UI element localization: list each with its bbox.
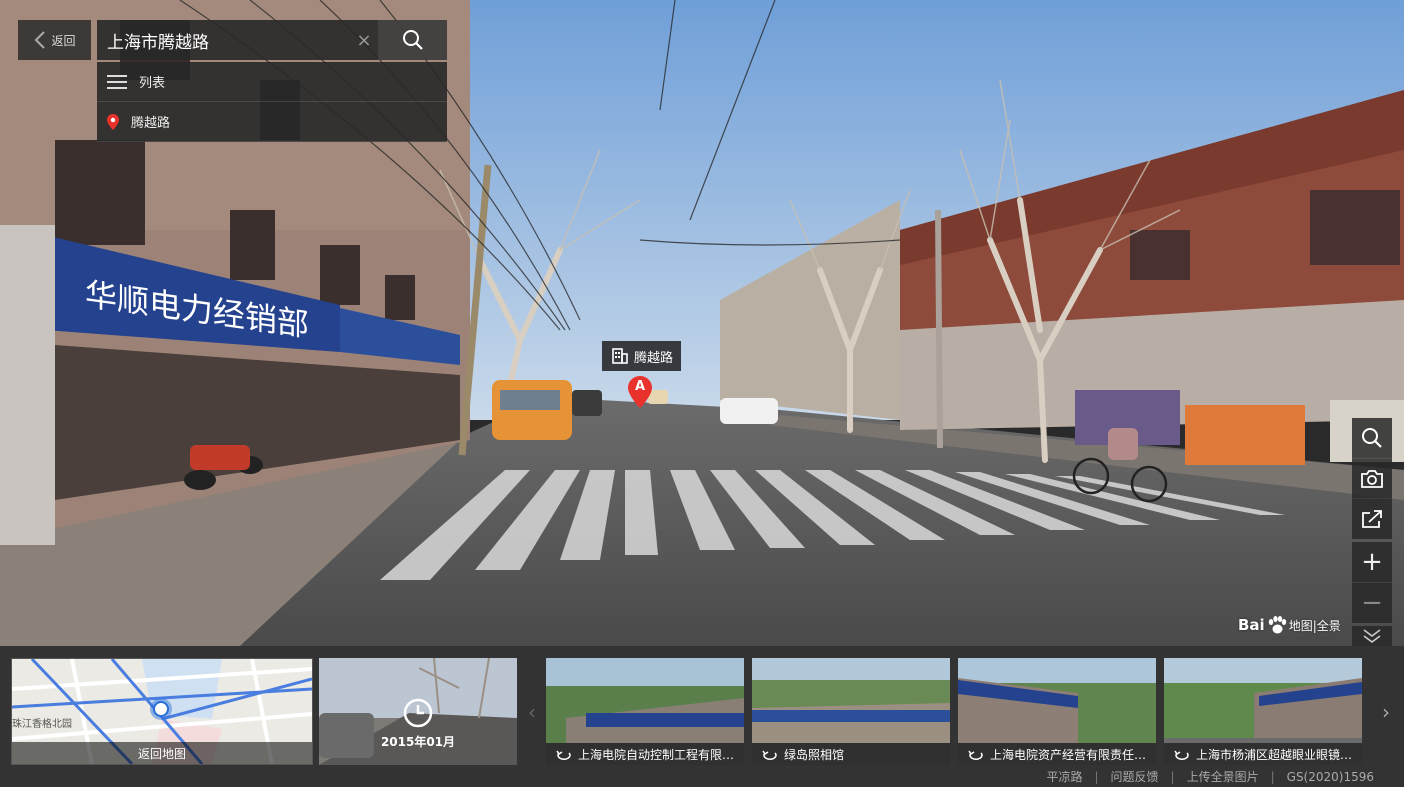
double-chevron-down-icon — [1363, 629, 1381, 643]
clear-icon[interactable]: × — [350, 20, 378, 60]
footer-divider: | — [1170, 769, 1175, 784]
results-header-label: 列表 — [139, 76, 166, 91]
footer-bar: 平凉路 | 问题反馈 | 上传全景图片 | GS(2020)1596 — [0, 766, 1404, 787]
pano-rotate-icon — [1174, 750, 1189, 760]
scroll-right-arrow[interactable]: › — [1376, 658, 1396, 765]
location-pin-icon — [107, 113, 131, 130]
zoom-in-icon: + — [1361, 547, 1383, 577]
scene-thumbnail-4[interactable]: 上海市杨浦区超越眼业眼镜… — [1164, 658, 1362, 765]
paw-icon — [1268, 616, 1286, 634]
filmstrip: 珠江香格北园 返回地图 2015年01月 ‹ 上海电院自动控制工程有限… 绿岛照… — [0, 646, 1404, 766]
license-number: GS(2020)1596 — [1286, 769, 1374, 784]
screenshot-button[interactable] — [1352, 458, 1392, 499]
pano-rotate-icon — [556, 750, 571, 760]
results-list-toggle[interactable]: 列表 — [97, 62, 447, 102]
clock-icon — [403, 698, 433, 728]
search-icon — [1362, 428, 1382, 448]
camera-icon — [1361, 470, 1383, 488]
scene-caption: 上海电院自动控制工程有限… — [546, 743, 744, 765]
zoom-out-icon: − — [1361, 588, 1383, 618]
scene-caption: 绿岛照相馆 — [752, 743, 950, 765]
footer-street[interactable]: 平凉路 — [1046, 768, 1082, 785]
scene-caption: 上海电院资产经营有限责任… — [958, 743, 1156, 765]
poi-label-text: 腾越路 — [634, 350, 674, 366]
footer-divider: | — [1270, 769, 1275, 784]
minimap-thumbnail[interactable]: 珠江香格北园 返回地图 — [11, 658, 313, 765]
chevron-left-icon — [35, 31, 46, 49]
collapse-strip-button[interactable] — [1352, 626, 1392, 646]
minimap-caption: 返回地图 — [12, 742, 312, 764]
footer-divider: | — [1094, 769, 1099, 784]
logo-main: Bai — [1238, 616, 1265, 634]
search-input[interactable]: 上海市腾越路 × — [97, 20, 378, 60]
marker-letter: A — [634, 379, 646, 394]
minimap-street-label: 珠江香格北园 — [12, 719, 72, 730]
scene-thumbnail-2[interactable]: 绿岛照相馆 — [752, 658, 950, 765]
search-tool-button[interactable] — [1352, 418, 1392, 458]
scroll-left-arrow[interactable]: ‹ — [522, 658, 542, 765]
list-icon — [107, 74, 139, 90]
logo-sub: 地图|全景 — [1288, 618, 1341, 633]
poi-label[interactable]: 腾越路 — [602, 341, 682, 371]
result-item-label: 腾越路 — [131, 116, 171, 131]
scene-thumbnail-3[interactable]: 上海电院资产经营有限责任… — [958, 658, 1156, 765]
zoom-out-button[interactable]: − — [1352, 582, 1392, 623]
scene-thumbnail-1[interactable]: 上海电院自动控制工程有限… — [546, 658, 744, 765]
result-item[interactable]: 腾越路 — [97, 102, 447, 142]
scene-caption: 上海市杨浦区超越眼业眼镜… — [1164, 743, 1362, 765]
location-marker-a[interactable]: A — [628, 376, 652, 408]
search-icon — [402, 30, 423, 50]
baidu-logo: Bai 地图|全景 — [1238, 616, 1341, 634]
zoom-in-button[interactable]: + — [1352, 542, 1392, 582]
building-icon — [612, 348, 628, 364]
back-button[interactable]: 返回 — [18, 20, 91, 60]
search-button[interactable] — [378, 20, 447, 60]
pano-rotate-icon — [762, 750, 777, 760]
share-button[interactable] — [1352, 498, 1392, 539]
time-label: 2015年01月 — [380, 735, 456, 749]
share-icon — [1362, 510, 1382, 528]
back-label: 返回 — [51, 33, 76, 48]
pano-rotate-icon — [968, 750, 983, 760]
search-query[interactable]: 上海市腾越路 — [107, 28, 350, 53]
search-results-panel: 列表 腾越路 — [97, 62, 447, 142]
feedback-link[interactable]: 问题反馈 — [1111, 768, 1159, 785]
time-machine-thumbnail[interactable]: 2015年01月 — [319, 658, 517, 765]
upload-pano-link[interactable]: 上传全景图片 — [1187, 768, 1259, 785]
